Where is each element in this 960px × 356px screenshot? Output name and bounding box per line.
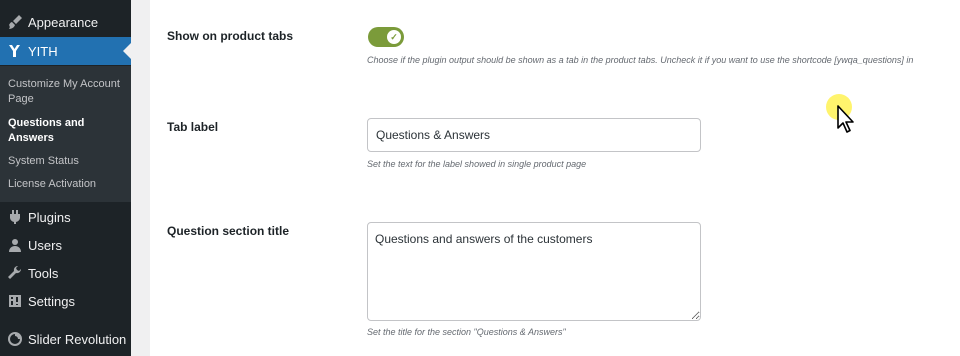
- menu-item-label: Appearance: [28, 14, 99, 30]
- content-area: Show on product tabs ✓ Choose if the plu…: [131, 0, 960, 356]
- submenu-item-license-activation[interactable]: License Activation: [8, 177, 126, 192]
- question-section-title-description: Set the title for the section "Questions…: [367, 327, 566, 337]
- user-icon: [5, 235, 25, 255]
- menu-item-label: Slider Revolution: [28, 331, 127, 347]
- menu-item-slider-revolution[interactable]: Slider Revolution: [0, 325, 131, 353]
- yith-logo-icon: [5, 41, 25, 61]
- question-section-title-textarea[interactable]: Questions and answers of the customers: [367, 222, 701, 321]
- menu-item-label: Plugins: [28, 209, 71, 225]
- question-section-title-label: Question section title: [167, 224, 290, 238]
- menu-item-label: Users: [28, 237, 62, 253]
- menu-item-yith[interactable]: YITH: [0, 37, 131, 65]
- plugin-icon: [5, 207, 25, 227]
- submenu-item-customize-my-account[interactable]: Customize My Account Page: [8, 77, 126, 107]
- show-on-product-tabs-toggle[interactable]: ✓: [368, 27, 404, 47]
- settings-icon: [5, 291, 25, 311]
- paintbrush-icon: [5, 12, 25, 32]
- slider-icon: [5, 329, 25, 349]
- menu-item-appearance[interactable]: Appearance: [0, 8, 131, 36]
- active-menu-arrow: [123, 43, 131, 59]
- menu-item-settings[interactable]: Settings: [0, 287, 131, 315]
- admin-sidebar: Appearance YITH Customize My Account Pag…: [0, 0, 131, 356]
- menu-item-label: Tools: [28, 265, 59, 281]
- tab-label-description: Set the text for the label showed in sin…: [367, 159, 587, 169]
- menu-item-tools[interactable]: Tools: [0, 259, 131, 287]
- menu-item-label: Settings: [28, 293, 75, 309]
- show-on-product-tabs-label: Show on product tabs: [167, 29, 293, 43]
- tab-label-input[interactable]: [367, 118, 701, 152]
- tab-label-label: Tab label: [167, 120, 219, 134]
- check-icon: ✓: [387, 30, 401, 44]
- wrench-icon: [5, 263, 25, 283]
- submenu-item-system-status[interactable]: System Status: [8, 154, 126, 169]
- show-on-product-tabs-description: Choose if the plugin output should be sh…: [367, 55, 914, 65]
- yith-submenu: Customize My Account Page Questions and …: [0, 66, 131, 202]
- submenu-item-questions-and-answers[interactable]: Questions and Answers: [8, 116, 126, 146]
- settings-panel: Show on product tabs ✓ Choose if the plu…: [150, 0, 960, 356]
- menu-item-plugins[interactable]: Plugins: [0, 203, 131, 231]
- mouse-pointer-icon: [837, 105, 854, 133]
- menu-item-label: YITH: [28, 43, 58, 59]
- menu-item-users[interactable]: Users: [0, 231, 131, 259]
